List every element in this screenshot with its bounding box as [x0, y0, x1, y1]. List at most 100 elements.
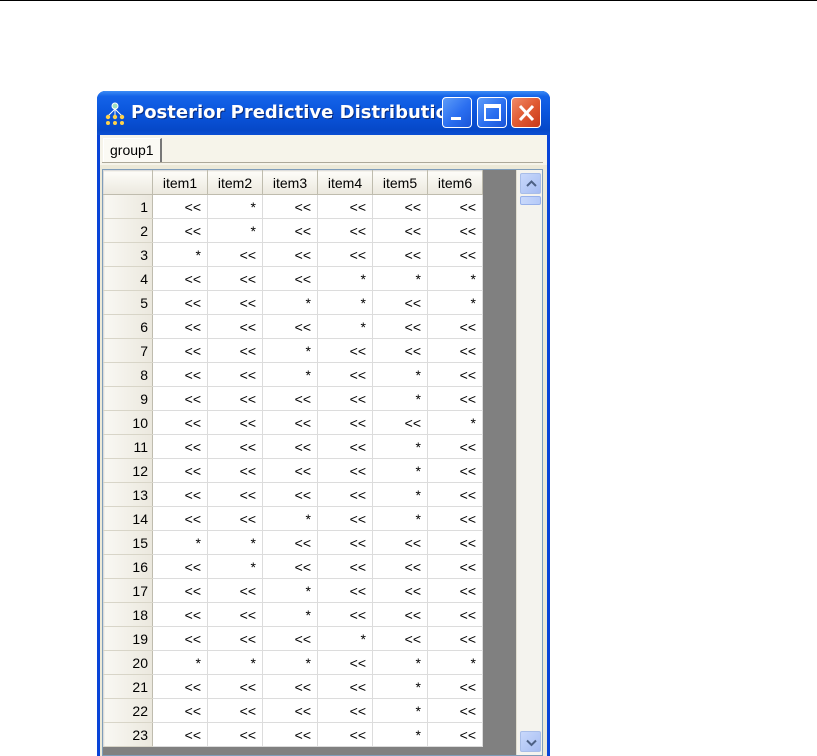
- grid-cell[interactable]: <<: [207, 266, 263, 291]
- row-header[interactable]: 13: [103, 482, 153, 507]
- grid-cell[interactable]: <<: [207, 698, 263, 723]
- row-header[interactable]: 1: [103, 194, 153, 219]
- row-header[interactable]: 21: [103, 674, 153, 699]
- grid-cell[interactable]: <<: [317, 434, 373, 459]
- row-header[interactable]: 2: [103, 218, 153, 243]
- grid-cell[interactable]: <<: [317, 218, 373, 243]
- grid-cell[interactable]: <<: [207, 506, 263, 531]
- grid-cell[interactable]: *: [372, 698, 428, 723]
- scrollbar-thumb[interactable]: [520, 196, 541, 205]
- grid-cell[interactable]: <<: [152, 602, 208, 627]
- grid-cell[interactable]: *: [207, 194, 263, 219]
- minimize-button[interactable]: [442, 97, 472, 128]
- grid-cell[interactable]: <<: [152, 386, 208, 411]
- grid-cell[interactable]: <<: [427, 458, 483, 483]
- row-header[interactable]: 5: [103, 290, 153, 315]
- row-header[interactable]: 22: [103, 698, 153, 723]
- grid-cell[interactable]: <<: [372, 578, 428, 603]
- grid-cell[interactable]: <<: [152, 458, 208, 483]
- row-header[interactable]: 6: [103, 314, 153, 339]
- row-header[interactable]: 16: [103, 554, 153, 579]
- grid-cell[interactable]: <<: [317, 530, 373, 555]
- grid-cell[interactable]: <<: [372, 410, 428, 435]
- grid-cell[interactable]: <<: [207, 482, 263, 507]
- grid-cell[interactable]: *: [207, 554, 263, 579]
- grid-cell[interactable]: <<: [317, 602, 373, 627]
- grid-cell[interactable]: <<: [317, 362, 373, 387]
- grid-cell[interactable]: <<: [207, 338, 263, 363]
- grid-cell[interactable]: <<: [262, 530, 318, 555]
- grid-cell[interactable]: <<: [427, 242, 483, 267]
- grid-cell[interactable]: <<: [207, 722, 263, 747]
- grid-cell[interactable]: <<: [427, 386, 483, 411]
- grid-cell[interactable]: <<: [152, 266, 208, 291]
- grid-cell[interactable]: *: [152, 650, 208, 675]
- maximize-button[interactable]: [477, 97, 507, 128]
- grid-cell[interactable]: <<: [262, 386, 318, 411]
- grid-cell[interactable]: <<: [152, 626, 208, 651]
- grid-cell[interactable]: *: [372, 506, 428, 531]
- close-button[interactable]: [511, 97, 541, 128]
- column-header-item6[interactable]: item6: [427, 170, 483, 195]
- grid-cell[interactable]: <<: [207, 434, 263, 459]
- grid-cell[interactable]: <<: [317, 722, 373, 747]
- grid-cell[interactable]: <<: [317, 194, 373, 219]
- column-header-item2[interactable]: item2: [207, 170, 263, 195]
- grid-cell[interactable]: <<: [427, 722, 483, 747]
- grid-cell[interactable]: <<: [152, 554, 208, 579]
- grid-cell[interactable]: <<: [317, 506, 373, 531]
- grid-cell[interactable]: <<: [427, 194, 483, 219]
- grid-cell[interactable]: <<: [207, 410, 263, 435]
- row-header[interactable]: 12: [103, 458, 153, 483]
- grid-cell[interactable]: <<: [427, 698, 483, 723]
- grid-cell[interactable]: *: [262, 602, 318, 627]
- grid-cell[interactable]: <<: [317, 482, 373, 507]
- grid-cell[interactable]: <<: [317, 242, 373, 267]
- tab-group1[interactable]: group1: [103, 138, 162, 162]
- row-header[interactable]: 20: [103, 650, 153, 675]
- grid-cell[interactable]: <<: [317, 650, 373, 675]
- grid-cell[interactable]: <<: [262, 194, 318, 219]
- column-header-item1[interactable]: item1: [152, 170, 208, 195]
- grid-cell[interactable]: <<: [427, 506, 483, 531]
- grid-cell[interactable]: <<: [262, 482, 318, 507]
- row-header[interactable]: 11: [103, 434, 153, 459]
- grid-cell[interactable]: <<: [262, 674, 318, 699]
- grid-cell[interactable]: <<: [427, 602, 483, 627]
- grid-cell[interactable]: <<: [152, 674, 208, 699]
- grid-cell[interactable]: <<: [207, 626, 263, 651]
- grid-cell[interactable]: *: [427, 650, 483, 675]
- grid-cell[interactable]: *: [372, 650, 428, 675]
- grid-cell[interactable]: <<: [372, 338, 428, 363]
- grid-cell[interactable]: <<: [152, 338, 208, 363]
- grid-cell[interactable]: *: [207, 650, 263, 675]
- grid-cell[interactable]: *: [372, 266, 428, 291]
- grid-corner[interactable]: [103, 170, 153, 195]
- title-bar[interactable]: Posterior Predictive Distributions: [97, 91, 550, 135]
- row-header[interactable]: 3: [103, 242, 153, 267]
- grid-cell[interactable]: <<: [152, 218, 208, 243]
- grid-cell[interactable]: *: [262, 650, 318, 675]
- grid-cell[interactable]: <<: [262, 722, 318, 747]
- grid-cell[interactable]: <<: [152, 194, 208, 219]
- grid-cell[interactable]: <<: [262, 626, 318, 651]
- grid-cell[interactable]: <<: [152, 410, 208, 435]
- grid-cell[interactable]: <<: [152, 506, 208, 531]
- grid-cell[interactable]: <<: [427, 218, 483, 243]
- column-header-item3[interactable]: item3: [262, 170, 318, 195]
- grid-cell[interactable]: <<: [152, 362, 208, 387]
- grid-cell[interactable]: <<: [207, 290, 263, 315]
- grid-cell[interactable]: <<: [427, 434, 483, 459]
- grid-cell[interactable]: <<: [152, 698, 208, 723]
- grid-cell[interactable]: *: [207, 530, 263, 555]
- grid-cell[interactable]: <<: [317, 578, 373, 603]
- grid-cell[interactable]: *: [152, 530, 208, 555]
- grid-cell[interactable]: <<: [262, 554, 318, 579]
- scroll-up-button[interactable]: [520, 173, 541, 194]
- grid-cell[interactable]: <<: [427, 338, 483, 363]
- grid-cell[interactable]: <<: [427, 674, 483, 699]
- grid-cell[interactable]: *: [262, 506, 318, 531]
- grid-cell[interactable]: *: [372, 434, 428, 459]
- vertical-scrollbar[interactable]: [516, 170, 542, 755]
- grid-cell[interactable]: *: [372, 722, 428, 747]
